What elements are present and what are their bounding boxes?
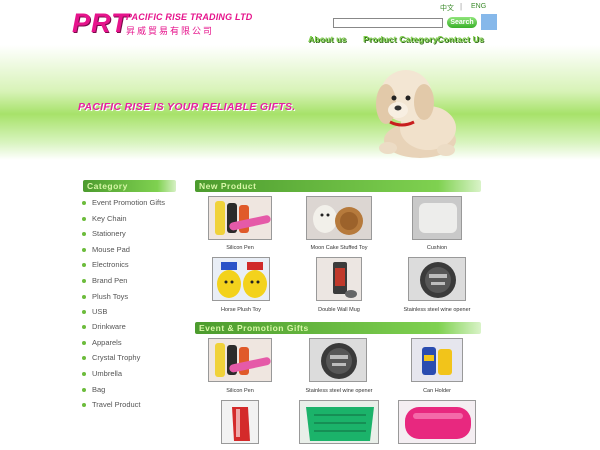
nav-contact-us[interactable]: Contact Us: [437, 34, 484, 44]
product-name[interactable]: Can Holder: [392, 388, 482, 394]
sidebar-category-item[interactable]: Crystal Trophy: [82, 353, 140, 362]
product-image-double-wall-mug[interactable]: [316, 257, 362, 301]
bullet-icon: [82, 388, 86, 393]
sidebar-category-item[interactable]: Brand Pen: [82, 276, 127, 285]
sidebar-category-item[interactable]: Mouse Pad: [82, 245, 130, 254]
sidebar-category-item[interactable]: Travel Product: [82, 400, 141, 409]
product-image-can-holder[interactable]: [411, 338, 463, 382]
bullet-icon: [82, 310, 86, 315]
product-name[interactable]: Horse Plush Toy: [196, 307, 286, 313]
bullet-icon: [82, 232, 86, 237]
sidebar-category-item[interactable]: Plush Toys: [82, 292, 128, 301]
product-image-pink-pouch[interactable]: [398, 400, 476, 444]
sidebar-category-label: Bag: [92, 385, 106, 394]
product-name[interactable]: Double Wall Mug: [294, 307, 384, 313]
sidebar-category-label: Crystal Trophy: [92, 353, 141, 362]
product-image-silicon-pen[interactable]: [208, 338, 272, 382]
sidebar-category-item[interactable]: Event Promotion Gifts: [82, 198, 165, 207]
bullet-icon: [82, 341, 86, 346]
bullet-icon: [82, 279, 86, 284]
new-product-title: New Product: [199, 181, 257, 191]
bullet-icon: [82, 325, 86, 330]
product-image-moon-cake-toy[interactable]: [306, 196, 372, 240]
event-promotion-title: Event & Promotion Gifts: [199, 323, 309, 333]
bullet-icon: [82, 217, 86, 222]
sidebar-category-item[interactable]: Apparels: [82, 338, 122, 347]
sidebar-category-label: Drinkware: [92, 322, 126, 331]
sidebar-category-item[interactable]: Electronics: [82, 260, 129, 269]
bullet-icon: [82, 248, 86, 253]
event-promotion-header: Event & Promotion Gifts: [195, 322, 481, 334]
lang-english-link[interactable]: ENG: [471, 3, 486, 10]
sidebar-category-label: Travel Product: [92, 400, 141, 409]
product-image-horse-plush[interactable]: [212, 257, 270, 301]
sidebar-category-item[interactable]: Key Chain: [82, 214, 127, 223]
product-name[interactable]: Silicon Pen: [195, 245, 285, 251]
banner-slogan: PACIFIC RISE IS YOUR RELIABLE GIFTS.: [78, 101, 296, 113]
product-image-green-mat[interactable]: [299, 400, 379, 444]
company-name-en: PACIFIC RISE TRADING LTD: [126, 12, 253, 22]
bullet-icon: [82, 403, 86, 408]
sidebar-category-label: Brand Pen: [92, 276, 128, 285]
sidebar-category-item[interactable]: USB: [82, 307, 107, 316]
new-product-header: New Product: [195, 180, 481, 192]
lang-chinese-link[interactable]: 中文: [440, 3, 454, 13]
sidebar-category-label: Key Chain: [92, 214, 127, 223]
sidebar-category-label: Umbrella: [92, 369, 123, 378]
sidebar-category-label: USB: [92, 307, 108, 316]
sidebar-category-item[interactable]: Umbrella: [82, 369, 122, 378]
sidebar-category-label: Electronics: [92, 260, 129, 269]
nav-about-us[interactable]: About us: [308, 34, 346, 44]
product-name[interactable]: Cushion: [392, 245, 482, 251]
header-blue-square: [481, 14, 497, 30]
bullet-icon: [82, 201, 86, 206]
sidebar-category-label: Stationery: [92, 229, 126, 238]
product-image-cushion[interactable]: [412, 196, 462, 240]
bullet-icon: [82, 372, 86, 377]
sidebar-category-title: Category: [87, 181, 128, 191]
company-name-cn: 昇威貿易有限公司: [126, 26, 215, 36]
sidebar-category-label: Apparels: [92, 338, 122, 347]
product-image-wine-opener[interactable]: [408, 257, 466, 301]
sidebar-category-label: Plush Toys: [92, 292, 129, 301]
plush-dog-image: [368, 58, 460, 160]
bullet-icon: [82, 356, 86, 361]
search-input[interactable]: [333, 18, 443, 28]
bullet-icon: [82, 295, 86, 300]
product-name[interactable]: Silicon Pen: [195, 388, 285, 394]
product-name[interactable]: Stainless steel wine opener: [392, 307, 482, 313]
sidebar-category-label: Mouse Pad: [92, 245, 130, 254]
sidebar-category-item[interactable]: Stationery: [82, 229, 126, 238]
search-button[interactable]: Search: [447, 17, 477, 28]
sidebar-category-header: Category: [83, 180, 176, 192]
sidebar-category-label: Event Promotion Gifts: [92, 198, 165, 207]
bullet-icon: [82, 263, 86, 268]
product-name[interactable]: Stainless steel wine opener: [294, 388, 384, 394]
lang-separator: |: [460, 2, 463, 11]
sidebar-category-item[interactable]: Drinkware: [82, 322, 126, 331]
product-image-wine-opener[interactable]: [309, 338, 367, 382]
product-name[interactable]: Moon Cake Stuffed Toy: [294, 245, 384, 251]
sidebar-category-item[interactable]: Bag: [82, 385, 105, 394]
product-image-silicon-pen[interactable]: [208, 196, 272, 240]
logo-prt[interactable]: PRT: [72, 8, 129, 39]
nav-product-category[interactable]: Product Category: [363, 34, 438, 44]
product-image-red-bottle[interactable]: [221, 400, 259, 444]
